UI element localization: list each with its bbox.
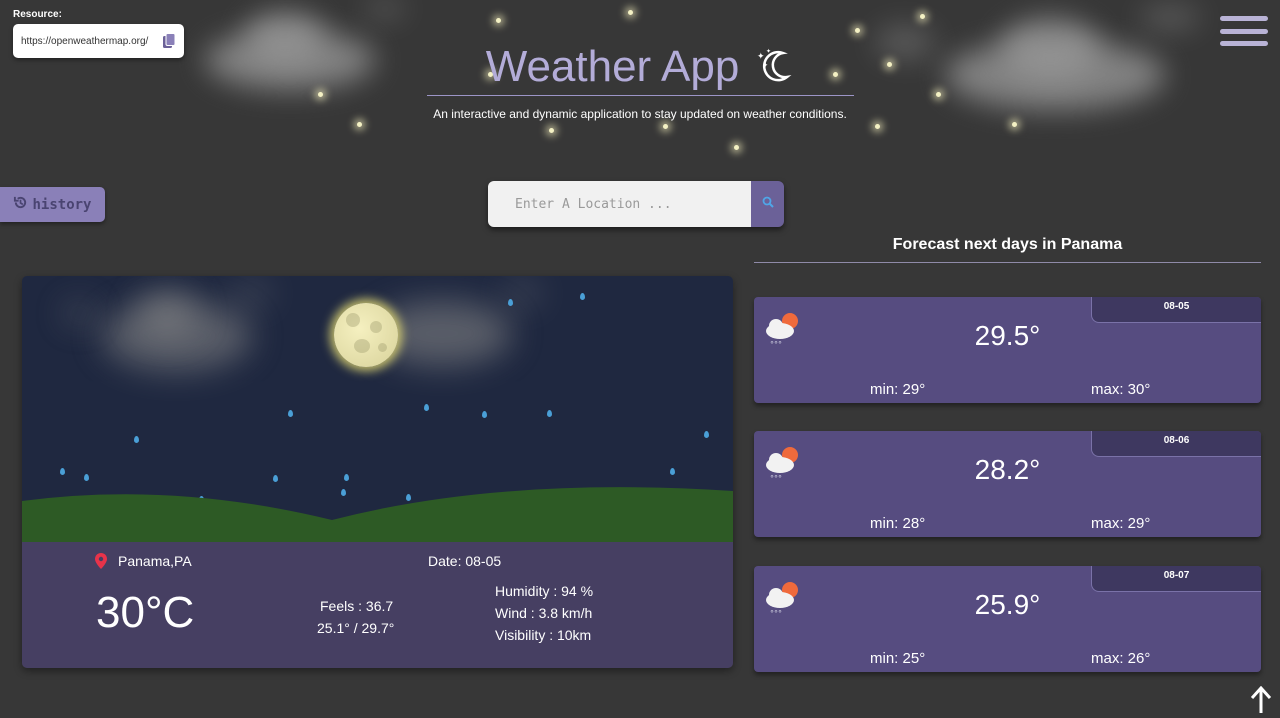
weather-animation — [22, 276, 733, 542]
location-search — [488, 181, 784, 227]
forecast-max: max: 26° — [1091, 650, 1151, 667]
forecast-title: Forecast next days in Panama — [754, 236, 1261, 263]
current-date: Date: 08-05 — [428, 553, 502, 569]
history-icon — [13, 195, 28, 214]
forecast-max: max: 29° — [1091, 515, 1151, 532]
temp-range: 25.1° / 29.7° — [317, 620, 395, 636]
forecast-min: min: 28° — [870, 515, 926, 532]
app-header: Weather App ✦ ✦ ✦ — [427, 38, 854, 96]
humidity: Humidity : 94 % — [495, 583, 594, 599]
forecast-min: min: 29° — [870, 381, 926, 398]
feels-like: Feels : 36.7 — [320, 598, 394, 614]
forecast-card: 08-07 °°° 25.9° min: 25° max: 26° — [754, 566, 1261, 672]
menu-bar — [1220, 28, 1268, 34]
menu-bar — [1220, 41, 1268, 46]
forecast-card: 08-05 °°° 29.5° min: 29° max: 30° — [754, 297, 1261, 403]
forecast-max: max: 30° — [1091, 381, 1151, 398]
resource-url[interactable]: https://openweathermap.org/ — [21, 36, 148, 47]
copy-icon[interactable] — [162, 33, 176, 49]
arrow-up-icon[interactable] — [1249, 685, 1273, 714]
page-title: Weather App — [485, 41, 740, 91]
location-name: Panama,PA — [118, 553, 192, 569]
forecast-card: 08-06 °°° 28.2° min: 28° max: 29° — [754, 431, 1261, 537]
search-button[interactable] — [751, 181, 784, 227]
menu-bar — [1220, 16, 1268, 21]
weather-info: Panama,PA Date: 08-05 30°C Feels : 36.7 … — [22, 542, 733, 668]
hills — [22, 487, 733, 542]
history-button[interactable]: history — [0, 187, 105, 222]
history-label: history — [32, 196, 92, 213]
current-temperature: 30°C — [96, 588, 195, 637]
forecast-temp: 29.5° — [974, 320, 1041, 351]
search-icon — [762, 195, 774, 213]
forecast-temp: 25.9° — [974, 589, 1041, 620]
resource-box: https://openweathermap.org/ — [13, 24, 184, 58]
forecast-temp: 28.2° — [974, 454, 1041, 485]
location-pin-icon — [95, 553, 107, 574]
resource-label: Resource: — [13, 9, 62, 20]
page-subtitle: An interactive and dynamic application t… — [433, 107, 847, 121]
wind: Wind : 3.8 km/h — [495, 605, 593, 621]
forecast-min: min: 25° — [870, 650, 926, 667]
svg-text:✦: ✦ — [757, 52, 765, 62]
visibility: Visibility : 10km — [495, 627, 592, 643]
hamburger-menu-icon[interactable] — [1220, 16, 1268, 46]
svg-text:✦: ✦ — [763, 62, 768, 69]
svg-text:✦: ✦ — [766, 48, 771, 55]
current-weather-card: Panama,PA Date: 08-05 30°C Feels : 36.7 … — [22, 276, 733, 668]
moon-stars-icon: ✦ ✦ ✦ — [753, 47, 795, 87]
search-input[interactable] — [488, 181, 751, 227]
